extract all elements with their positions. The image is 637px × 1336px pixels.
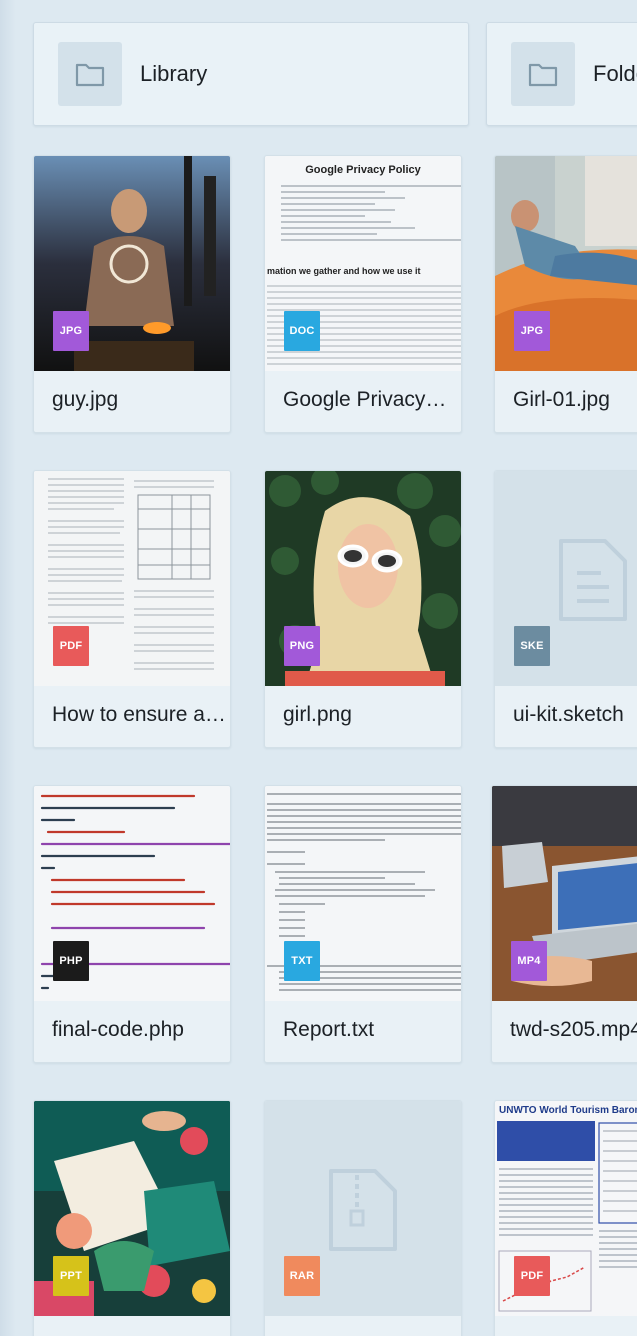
file-card[interactable]: PNG girl.png	[264, 470, 462, 748]
folder-label: Folde	[593, 61, 637, 86]
file-card[interactable]: UNWTO World Tourism Barome PDF	[494, 1100, 637, 1336]
file-type-badge: JPG	[53, 311, 89, 351]
document-icon	[559, 539, 627, 621]
folder-icon	[511, 42, 575, 106]
folder-icon	[58, 42, 122, 106]
file-type-badge: PNG	[284, 626, 320, 666]
file-name: ui-kit.sketch	[513, 703, 624, 726]
file-type-badge: TXT	[284, 941, 320, 981]
file-type-badge: SKE	[514, 626, 550, 666]
folder-label: Library	[140, 61, 208, 86]
file-type-badge: JPG	[514, 311, 550, 351]
folder-card-folde[interactable]: Folde	[486, 22, 637, 126]
file-name: final-code.php	[52, 1018, 184, 1041]
folder-card-library[interactable]: Library	[33, 22, 469, 126]
archive-icon	[329, 1169, 397, 1251]
file-card[interactable]: TXT Report.txt	[264, 785, 462, 1063]
file-name: twd-s205.mp4	[510, 1018, 637, 1041]
file-card[interactable]: MP4 twd-s205.mp4	[491, 785, 637, 1063]
file-card[interactable]: JPG Girl-01.jpg	[494, 155, 637, 433]
file-name: girl.png	[283, 703, 352, 726]
file-card[interactable]: PPT	[33, 1100, 231, 1336]
doc-title: UNWTO World Tourism Barome	[499, 1105, 637, 1116]
file-type-badge: PDF	[53, 626, 89, 666]
file-name: Google Privacy…	[283, 388, 447, 411]
file-type-badge: PDF	[514, 1256, 550, 1296]
file-card[interactable]: Google Privacy Policy mation we gather a…	[264, 155, 462, 433]
doc-heading: mation we gather and how we use it	[267, 266, 421, 276]
file-browser: Library Folde JPG guy.jpg	[0, 0, 637, 1336]
file-card[interactable]: SKE ui-kit.sketch	[494, 470, 637, 748]
file-type-badge: PHP	[53, 941, 89, 981]
doc-title: Google Privacy Policy	[305, 164, 421, 176]
file-type-badge: DOC	[284, 311, 320, 351]
file-name: How to ensure a…	[52, 703, 226, 726]
file-card[interactable]: PDF How to ensure a…	[33, 470, 231, 748]
file-type-badge: RAR	[284, 1256, 320, 1296]
file-card[interactable]: RAR	[264, 1100, 462, 1336]
file-type-badge: PPT	[53, 1256, 89, 1296]
file-name: guy.jpg	[52, 388, 119, 411]
file-card[interactable]: PHP final-code.php	[33, 785, 231, 1063]
file-name: Girl-01.jpg	[513, 388, 610, 411]
file-card[interactable]: JPG guy.jpg	[33, 155, 231, 433]
file-type-badge: MP4	[511, 941, 547, 981]
file-name: Report.txt	[283, 1018, 375, 1041]
